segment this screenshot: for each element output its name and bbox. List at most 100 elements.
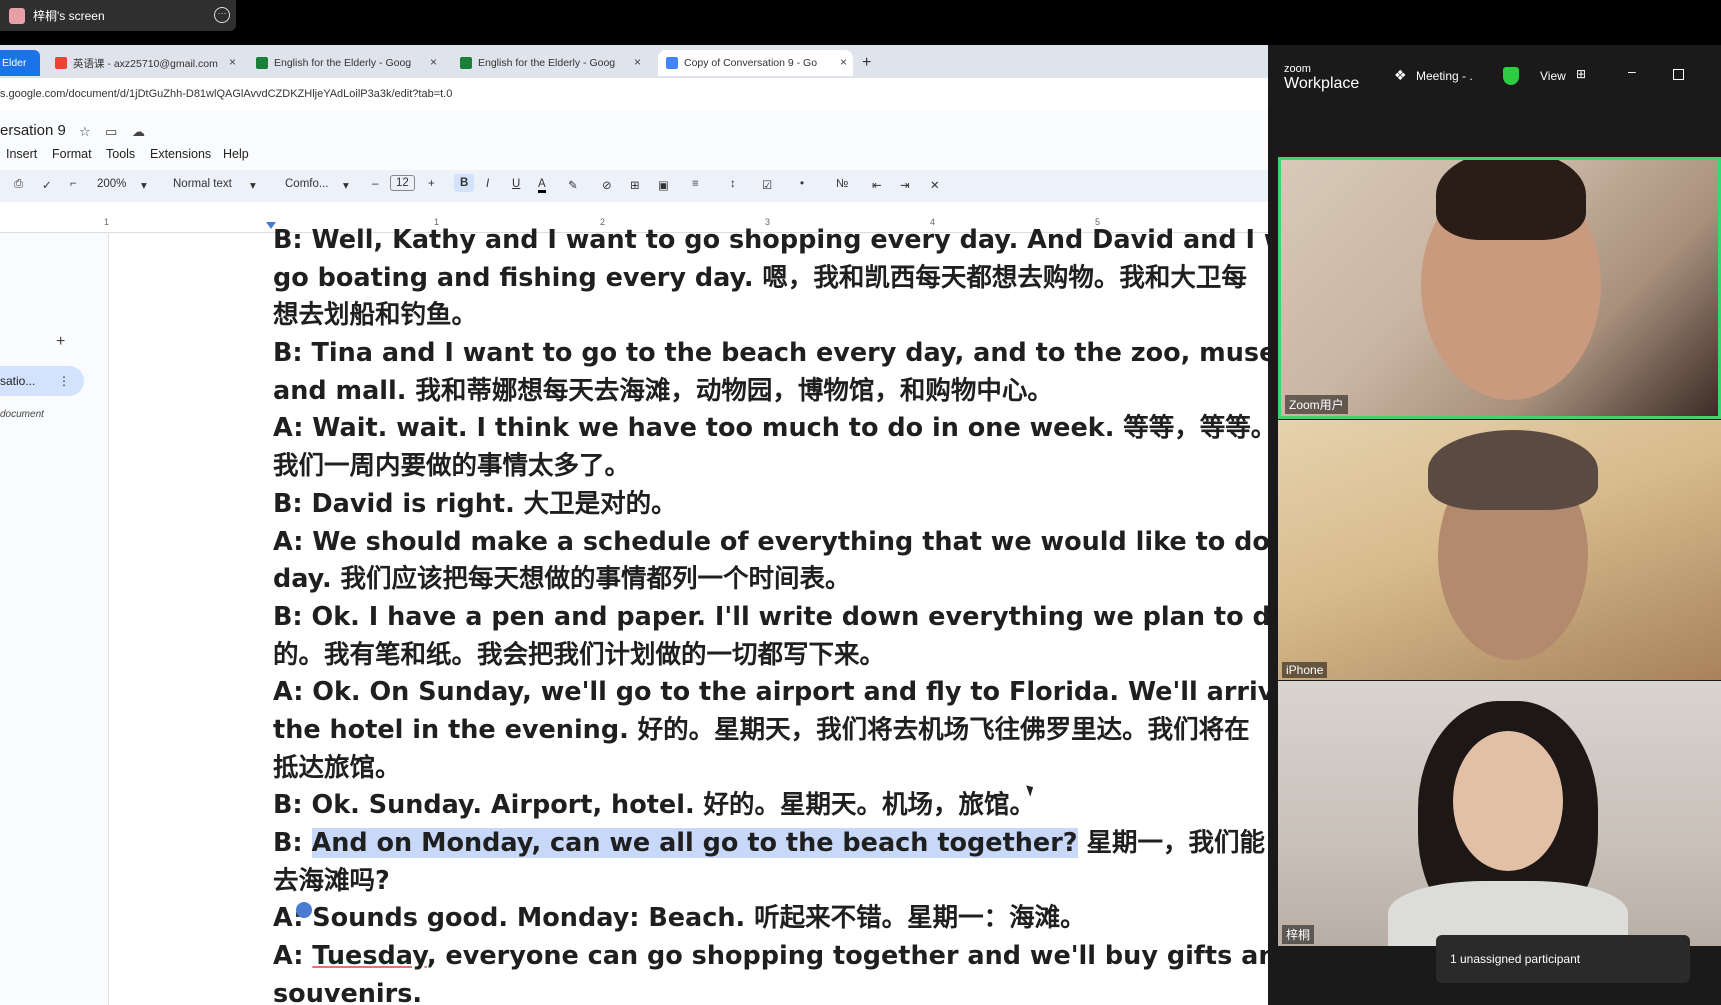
spellcheck-word[interactable]: Tuesday	[312, 941, 427, 971]
comment-bubble-icon[interactable]	[296, 902, 312, 918]
doc-line: go boating and fishing every day. 嗯，我和凯西…	[273, 262, 1247, 293]
video-tile-1[interactable]: Zoom用户	[1278, 157, 1721, 419]
menu-insert[interactable]: Insert	[6, 147, 37, 161]
image-icon[interactable]: ▣	[658, 178, 669, 192]
line-rest: 星期一，我们能	[1077, 828, 1265, 858]
paw-icon: ❖	[1394, 67, 1407, 83]
url-text: s.google.com/document/d/1jDtGuZhh-D81wlQ…	[0, 88, 453, 100]
video-tile-3[interactable]: 梓桐	[1278, 681, 1721, 946]
print-icon[interactable]: ⎙	[14, 178, 23, 191]
menu-help[interactable]: Help	[223, 147, 249, 161]
tab-gmail[interactable]: 英语课 - axz25710@gmail.com ×	[47, 50, 242, 76]
unassigned-participant-notice[interactable]: 1 unassigned participant	[1436, 935, 1690, 983]
doc-line: 想去划船和钓鱼。	[273, 300, 478, 331]
underline-button[interactable]: U	[512, 178, 520, 190]
tab-sheet-2[interactable]: English for the Elderly - Goog ×	[452, 50, 647, 76]
text-color-button[interactable]: A	[538, 178, 546, 193]
more-vert-icon[interactable]: ⋮	[58, 366, 70, 396]
shield-icon[interactable]	[1503, 67, 1519, 85]
sidebar-subtitle: document	[0, 409, 44, 420]
star-icon[interactable]: ☆	[79, 124, 91, 140]
zoom-window: zoom Workplace ❖ Meeting - . View ⊞ – Zo…	[1268, 45, 1721, 1005]
participant-name: Zoom用户	[1285, 395, 1348, 414]
tab-sheet-1[interactable]: English for the Elderly - Goog ×	[248, 50, 443, 76]
gmail-icon	[55, 57, 67, 69]
font-size-input[interactable]: 12	[390, 175, 415, 191]
doc-line: 我们一周内要做的事情太多了。	[273, 451, 631, 482]
zoom-select[interactable]: 200%	[97, 178, 126, 190]
highlight-icon[interactable]: ✎	[568, 178, 578, 192]
align-icon[interactable]: ≡	[692, 178, 699, 190]
participant-hair	[1428, 430, 1598, 510]
minimize-button[interactable]: –	[1628, 63, 1636, 79]
decrease-indent-icon[interactable]: ⇤	[872, 178, 882, 192]
docs-icon	[666, 57, 678, 69]
cloud-icon[interactable]: ☁	[132, 124, 145, 140]
link-icon[interactable]: ⊘	[602, 178, 612, 192]
sidebar-tab-item[interactable]: satio... ⋮	[0, 366, 84, 396]
tab-label: English for the Elderly - Goog	[478, 57, 616, 69]
bullet-list-icon[interactable]: •	[800, 178, 804, 190]
tab-conversation[interactable]: Copy of Conversation 9 - Go ×	[658, 50, 853, 76]
new-tab-button[interactable]: +	[862, 50, 886, 76]
maximize-icon[interactable]	[1673, 69, 1684, 80]
tab-label: Elder	[2, 57, 27, 69]
doc-line-highlighted: B: And on Monday, can we all go to the b…	[273, 825, 1268, 863]
doc-line: day. 我们应该把每天想做的事情都列一个时间表。	[273, 564, 851, 595]
chevron-down-icon: ▾	[250, 180, 256, 192]
video-tile-2[interactable]: iPhone	[1278, 420, 1721, 680]
selected-text[interactable]: And on Monday, can we all go to the beac…	[311, 828, 1078, 858]
sidebar-tab-label: satio...	[0, 374, 36, 388]
zoom-header: zoom Workplace ❖ Meeting - . View ⊞ –	[1268, 45, 1721, 105]
bold-button[interactable]: B	[454, 174, 475, 192]
zoom-logo-small: zoom	[1284, 63, 1311, 75]
numbered-list-icon[interactable]: №	[836, 178, 848, 190]
doc-line: B: Well, Kathy and I want to go shopping…	[273, 225, 1268, 255]
doc-line: A: We should make a schedule of everythi…	[273, 526, 1268, 557]
view-button[interactable]: View	[1540, 69, 1566, 83]
spellcheck-icon[interactable]: ✓	[42, 178, 52, 192]
doc-line: 抵达旅馆。	[273, 752, 401, 783]
close-tab-icon[interactable]: ×	[430, 55, 437, 69]
doc-line: and mall. 我和蒂娜想每天去海滩，动物园，博物馆，和购物中心。	[273, 375, 1053, 406]
font-select[interactable]: Comfo...	[285, 178, 328, 190]
browser-window: Elder 英语课 - axz25710@gmail.com × English…	[0, 45, 1268, 1005]
sheets-icon	[460, 57, 472, 69]
doc-title[interactable]: ersation 9	[0, 122, 66, 139]
menu-format[interactable]: Format	[52, 147, 92, 161]
increase-indent-icon[interactable]: ⇥	[900, 178, 910, 192]
add-tab-button[interactable]: +	[56, 333, 65, 351]
doc-line: A: Sounds good. Monday: Beach. 听起来不错。星期一…	[273, 903, 1086, 934]
doc-line: A: Wait. wait. I think we have too much …	[273, 413, 1268, 444]
tab-label: English for the Elderly - Goog	[274, 57, 412, 69]
line-rest: , everyone can go shopping together and …	[426, 941, 1268, 972]
ruler-mark: 1	[104, 217, 110, 227]
doc-line: B: Ok. Sunday. Airport, hotel. 好的。星期天。机场…	[273, 790, 1036, 821]
increase-size-button[interactable]: +	[428, 178, 435, 190]
italic-button[interactable]: I	[486, 178, 489, 190]
more-options-icon[interactable]: ···	[214, 7, 230, 23]
grid-icon[interactable]: ⊞	[1576, 67, 1586, 81]
address-bar[interactable]: s.google.com/document/d/1jDtGuZhh-D81wlQ…	[0, 78, 1268, 111]
folder-icon[interactable]: ▭	[105, 124, 117, 140]
doc-line: 去海滩吗?	[273, 865, 390, 896]
decrease-size-button[interactable]: –	[372, 178, 378, 190]
checklist-icon[interactable]: ☑	[762, 178, 772, 192]
close-tab-icon[interactable]: ×	[634, 55, 641, 69]
close-tab-icon[interactable]: ×	[840, 55, 847, 69]
meeting-button[interactable]: Meeting - .	[1416, 69, 1473, 83]
close-tab-icon[interactable]: ×	[229, 55, 236, 69]
doc-line: B: Ok. I have a pen and paper. I'll writ…	[273, 601, 1268, 632]
clear-format-icon[interactable]: ✕	[930, 178, 940, 192]
document-body[interactable]: B: Well, Kathy and I want to go shopping…	[273, 222, 1268, 1005]
style-select[interactable]: Normal text	[173, 178, 232, 190]
tab-elderly[interactable]: Elder	[0, 50, 40, 76]
tab-label: 英语课 - axz25710@gmail.com	[73, 57, 218, 70]
menu-tools[interactable]: Tools	[106, 147, 135, 161]
screen-share-bar: 梓桐's screen ···	[0, 0, 236, 31]
menu-extensions[interactable]: Extensions	[150, 147, 211, 161]
comment-icon[interactable]: ⊞	[630, 178, 640, 192]
line-spacing-icon[interactable]: ↕	[730, 178, 736, 190]
paint-format-icon[interactable]: ⌐	[70, 178, 77, 190]
tab-strip: Elder 英语课 - axz25710@gmail.com × English…	[0, 45, 1268, 78]
